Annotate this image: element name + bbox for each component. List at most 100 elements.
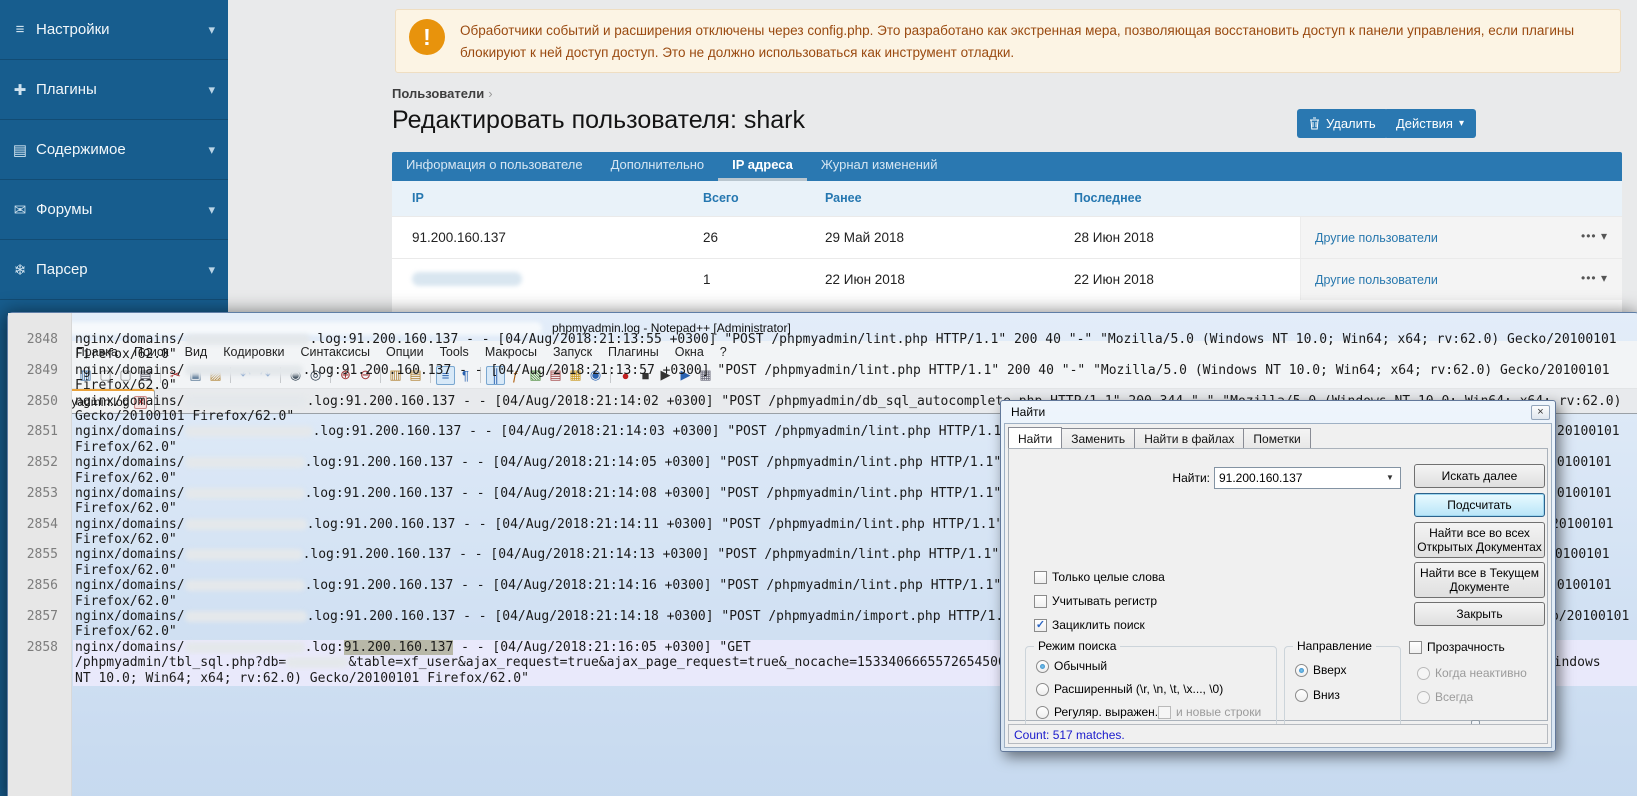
column-header: Ранее xyxy=(825,191,862,205)
transparency-checkbox[interactable]: Прозрачность xyxy=(1409,640,1505,654)
row-menu-icon[interactable]: ••• ▾ xyxy=(1581,229,1608,243)
column-header: Всего xyxy=(703,191,739,205)
radio-selected-icon xyxy=(1295,664,1308,677)
screen: ≡Настройки▾✚Плагины▾▤Содержимое▾✉Форумы▾… xyxy=(0,0,1637,796)
ip-cell[interactable]: 91.200.160.137 xyxy=(412,230,506,245)
sidebar-item-label: Содержимое xyxy=(36,141,126,158)
sidebar-item-parser[interactable]: ❄ Парсер ▾ xyxy=(0,240,228,300)
sidebar-item-label: Парсер xyxy=(36,261,88,278)
breadcrumb-users-link[interactable]: Пользователи xyxy=(392,86,484,101)
admin-tab-bar: Информация о пользователеДополнительноIP… xyxy=(392,152,1622,181)
checkbox-icon xyxy=(1034,571,1047,584)
warning-icon: ! xyxy=(409,19,445,55)
earliest-cell: 22 Июн 2018 xyxy=(825,272,905,287)
sidebar-item-label: Настройки xyxy=(36,21,110,38)
match-case-checkbox[interactable]: Учитывать регистр xyxy=(1034,594,1157,608)
tab-change-log[interactable]: Журнал изменений xyxy=(807,152,952,181)
mode-extended-radio[interactable]: Расширенный (\r, \n, \t, \x..., \0) xyxy=(1036,682,1223,696)
row-menu-icon[interactable]: ••• ▾ xyxy=(1581,271,1608,285)
direction-down-radio[interactable]: Вниз xyxy=(1295,688,1340,702)
mode-normal-radio[interactable]: Обычный xyxy=(1036,659,1107,673)
find-next-button[interactable]: Искать далее xyxy=(1414,464,1545,488)
find-dialog: Найти × НайтиЗаменитьНайти в файлахПомет… xyxy=(1000,400,1556,752)
ip-cell xyxy=(412,272,522,289)
sidebar-item-settings[interactable]: ≡ Настройки ▾ xyxy=(0,0,228,60)
breadcrumb-chevron-icon: › xyxy=(488,86,492,101)
checkbox-icon xyxy=(1034,595,1047,608)
delete-button-label: Удалить xyxy=(1326,116,1376,131)
trash-icon xyxy=(1309,117,1320,130)
search-mode-group: Режим поиска Обычный Расширенный (\r, \n… xyxy=(1025,646,1277,728)
ip-table: IP Всего Ранее Последнее 91.200.160.137 26 29… xyxy=(392,181,1622,313)
tab-ip-addresses[interactable]: IP адреса xyxy=(718,152,807,181)
delete-button[interactable]: Удалить xyxy=(1297,109,1388,138)
direction-up-radio[interactable]: Вверх xyxy=(1295,663,1346,677)
count-button[interactable]: Подсчитать xyxy=(1414,493,1545,517)
column-header: Последнее xyxy=(1074,191,1142,205)
table-header-row: IP Всего Ранее Последнее xyxy=(392,181,1622,216)
checkbox-checked-icon: ✓ xyxy=(1034,619,1047,632)
row-actions-cell: Другие пользователи ••• ▾ xyxy=(1300,259,1622,300)
find-all-open-docs-button[interactable]: Найти все во всех Открытых Документах xyxy=(1414,522,1545,558)
chevron-down-icon: ▾ xyxy=(208,142,215,158)
column-header: IP xyxy=(412,191,424,205)
find-dialog-title: Найти xyxy=(1011,405,1045,419)
sidebar-item-label: Плагины xyxy=(36,81,97,98)
other-users-link[interactable]: Другие пользователи xyxy=(1315,273,1438,287)
latest-cell: 22 Июн 2018 xyxy=(1074,272,1154,287)
checkbox-disabled-icon xyxy=(1158,706,1171,719)
transparency-on-inactive-radio: Когда неактивно xyxy=(1417,666,1527,680)
forums-icon: ✉ xyxy=(9,201,31,219)
total-cell: 1 xyxy=(703,272,711,287)
warning-text: Обработчики событий и расширения отключе… xyxy=(460,20,1590,64)
warning-banner: Обработчики событий и расширения отключе… xyxy=(395,9,1621,73)
settings-icon: ≡ xyxy=(9,21,31,38)
sidebar-item-content[interactable]: ▤ Содержимое ▾ xyxy=(0,120,228,180)
breadcrumb[interactable]: Пользователи › xyxy=(392,86,493,101)
earliest-cell: 29 Май 2018 xyxy=(825,230,904,245)
checkbox-icon xyxy=(1409,641,1422,654)
dialog-close-icon[interactable]: × xyxy=(1531,405,1550,420)
latest-cell: 28 Июн 2018 xyxy=(1074,230,1154,245)
combo-dropdown-icon[interactable]: ▼ xyxy=(1382,470,1398,486)
find-all-current-doc-button[interactable]: Найти все в Текущем Документе xyxy=(1414,562,1545,598)
count-result-text: Count: 517 matches. xyxy=(1014,728,1125,742)
actions-button-label: Действия xyxy=(1396,116,1453,131)
table-row: 1 22 Июн 2018 22 Июн 2018 Другие пользовате… xyxy=(392,258,1622,300)
find-dialog-tab-1[interactable]: Найти xyxy=(1008,427,1062,450)
transparency-always-radio: Всегда xyxy=(1417,690,1473,704)
radio-icon xyxy=(1036,706,1049,719)
find-field-label: Найти: xyxy=(1155,471,1210,485)
chevron-down-icon: ▾ xyxy=(208,82,215,98)
sidebar-item-plugins[interactable]: ✚Плагины▾ xyxy=(0,60,228,120)
sidebar-item-forums[interactable]: ✉Форумы▾ xyxy=(0,180,228,240)
radio-selected-icon xyxy=(1036,660,1049,673)
parser-icon: ❄ xyxy=(9,261,31,279)
total-cell: 26 xyxy=(703,230,718,245)
chevron-down-icon: ▾ xyxy=(208,22,215,38)
content-icon: ▤ xyxy=(9,141,31,159)
find-input[interactable]: 91.200.160.137 ▼ xyxy=(1214,467,1401,489)
radio-disabled-icon xyxy=(1417,691,1430,704)
chevron-down-icon: ▾ xyxy=(208,262,215,278)
actions-button[interactable]: Действия ▾ xyxy=(1384,109,1476,138)
tab-user-info[interactable]: Информация о пользователе xyxy=(392,152,597,181)
find-input-value: 91.200.160.137 xyxy=(1219,471,1302,485)
radio-disabled-icon xyxy=(1417,667,1430,680)
find-status-bar: Count: 517 matches. xyxy=(1008,724,1548,744)
other-users-link[interactable]: Другие пользователи xyxy=(1315,231,1438,245)
direction-group: Направление Вверх Вниз xyxy=(1284,646,1401,728)
chevron-down-icon: ▾ xyxy=(208,202,215,218)
whole-word-checkbox[interactable]: Только целые слова xyxy=(1034,570,1165,584)
find-dialog-body: НайтиЗаменитьНайти в файлахПометки Найти… xyxy=(1004,423,1552,748)
wrap-around-checkbox[interactable]: ✓ Зациклить поиск xyxy=(1034,618,1145,632)
radio-icon xyxy=(1036,683,1049,696)
close-button[interactable]: Закрыть xyxy=(1414,602,1545,626)
regex-newlines-checkbox: и новые строки xyxy=(1158,705,1261,719)
tab-additional[interactable]: Дополнительно xyxy=(597,152,719,181)
table-row: 91.200.160.137 26 29 Май 2018 28 Июн 2018 Др… xyxy=(392,216,1622,258)
row-actions-cell: Другие пользователи ••• ▾ xyxy=(1300,217,1622,258)
mode-regex-radio[interactable]: Регуляр. выражен. xyxy=(1036,705,1158,719)
page-title: Редактировать пользователя: shark xyxy=(392,106,805,135)
caret-down-icon: ▾ xyxy=(1459,118,1464,129)
